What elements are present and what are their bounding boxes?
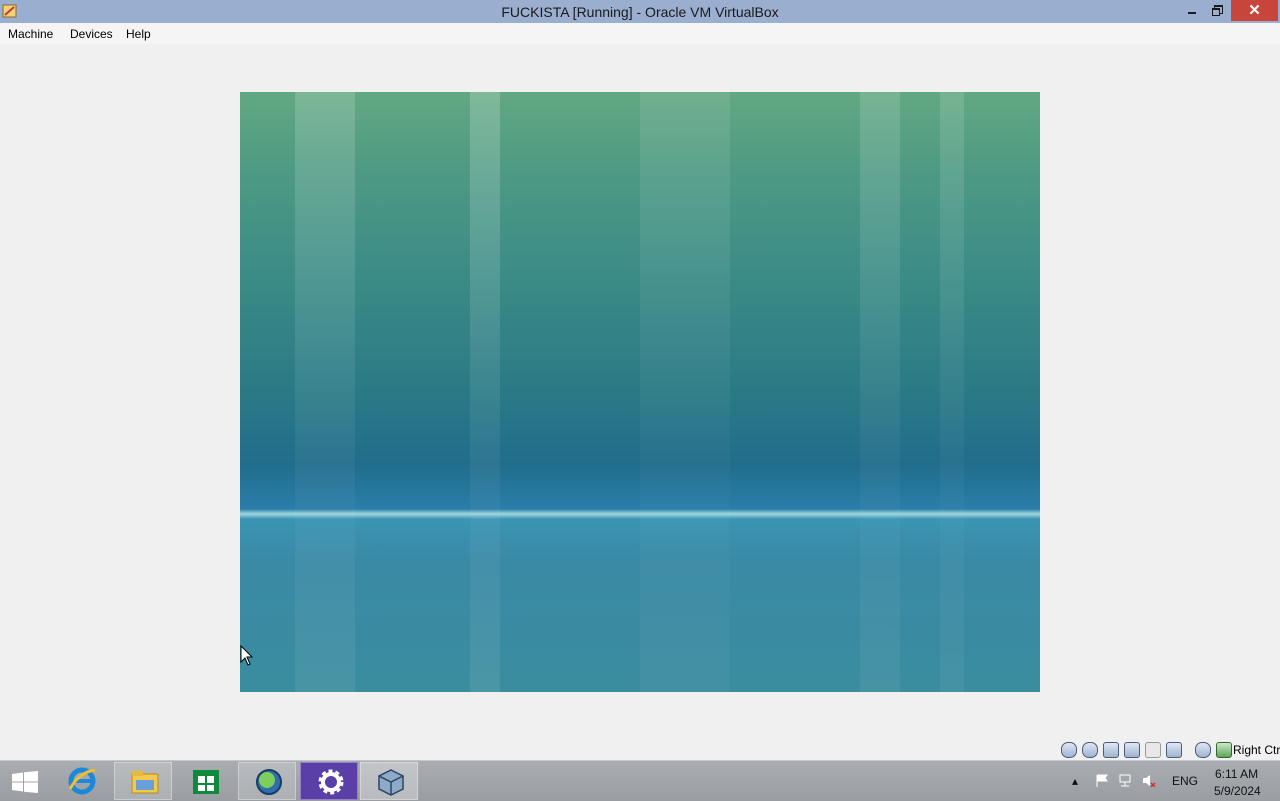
- network-icon[interactable]: [1124, 742, 1140, 758]
- virtualbox-icon: [378, 769, 404, 796]
- light-ray: [470, 92, 500, 692]
- start-button[interactable]: [0, 762, 50, 800]
- gear-icon: [318, 769, 344, 795]
- window-title-bar[interactable]: FUCKISTA [Running] - Oracle VM VirtualBo…: [0, 0, 1280, 23]
- host-key-label: Right Ctrl: [1233, 743, 1280, 757]
- vm-display[interactable]: [240, 92, 1040, 692]
- optical-drive-icon[interactable]: [1082, 742, 1098, 758]
- menu-bar: Machine Devices Help: [0, 23, 1280, 44]
- input-language[interactable]: ENG: [1172, 774, 1198, 788]
- action-center-flag-icon[interactable]: [1095, 774, 1109, 787]
- light-ray: [860, 92, 900, 692]
- taskbar-windows-store[interactable]: [176, 762, 234, 800]
- taskbar-internet-explorer[interactable]: [52, 762, 110, 800]
- taskbar-virtualbox[interactable]: [360, 762, 418, 800]
- taskbar-network-app[interactable]: [238, 762, 296, 800]
- windows-taskbar: ▴ ENG 6:11 AM 5/9/2024: [0, 760, 1280, 801]
- close-icon: ✕: [1248, 2, 1261, 19]
- show-hidden-icons-icon[interactable]: ▴: [1072, 774, 1078, 788]
- light-ray: [295, 92, 355, 692]
- volume-muted-icon[interactable]: [1142, 774, 1156, 787]
- taskbar-settings[interactable]: [300, 762, 358, 800]
- hard-disk-icon[interactable]: [1061, 742, 1077, 758]
- taskbar-file-explorer[interactable]: [114, 762, 172, 800]
- menu-machine[interactable]: Machine: [8, 27, 53, 41]
- vm-status-bar: Right Ctrl: [1055, 740, 1280, 760]
- light-ray: [940, 92, 964, 692]
- menu-devices[interactable]: Devices: [70, 27, 113, 41]
- menu-help[interactable]: Help: [126, 27, 151, 41]
- mouse-integration-icon[interactable]: [1195, 742, 1211, 758]
- folder-icon: [131, 771, 159, 794]
- network-status-icon[interactable]: [1118, 774, 1132, 787]
- store-icon: [193, 770, 219, 794]
- mouse-pointer-icon: [240, 645, 254, 666]
- windows-logo-icon: [12, 771, 38, 793]
- window-title: FUCKISTA [Running] - Oracle VM VirtualBo…: [501, 4, 779, 20]
- audio-icon[interactable]: [1103, 742, 1119, 758]
- restore-icon[interactable]: [1205, 0, 1229, 21]
- video-capture-icon[interactable]: [1166, 742, 1182, 758]
- close-button[interactable]: ✕: [1231, 0, 1278, 21]
- clock-date[interactable]: 5/9/2024: [1214, 784, 1261, 798]
- light-ray: [640, 92, 730, 692]
- globe-icon: [256, 769, 282, 795]
- minimize-icon[interactable]: [1180, 0, 1204, 21]
- clock-time[interactable]: 6:11 AM: [1215, 767, 1258, 781]
- internet-explorer-icon: [68, 767, 96, 795]
- host-key-icon: [1216, 742, 1232, 758]
- shared-folders-icon[interactable]: [1145, 742, 1161, 758]
